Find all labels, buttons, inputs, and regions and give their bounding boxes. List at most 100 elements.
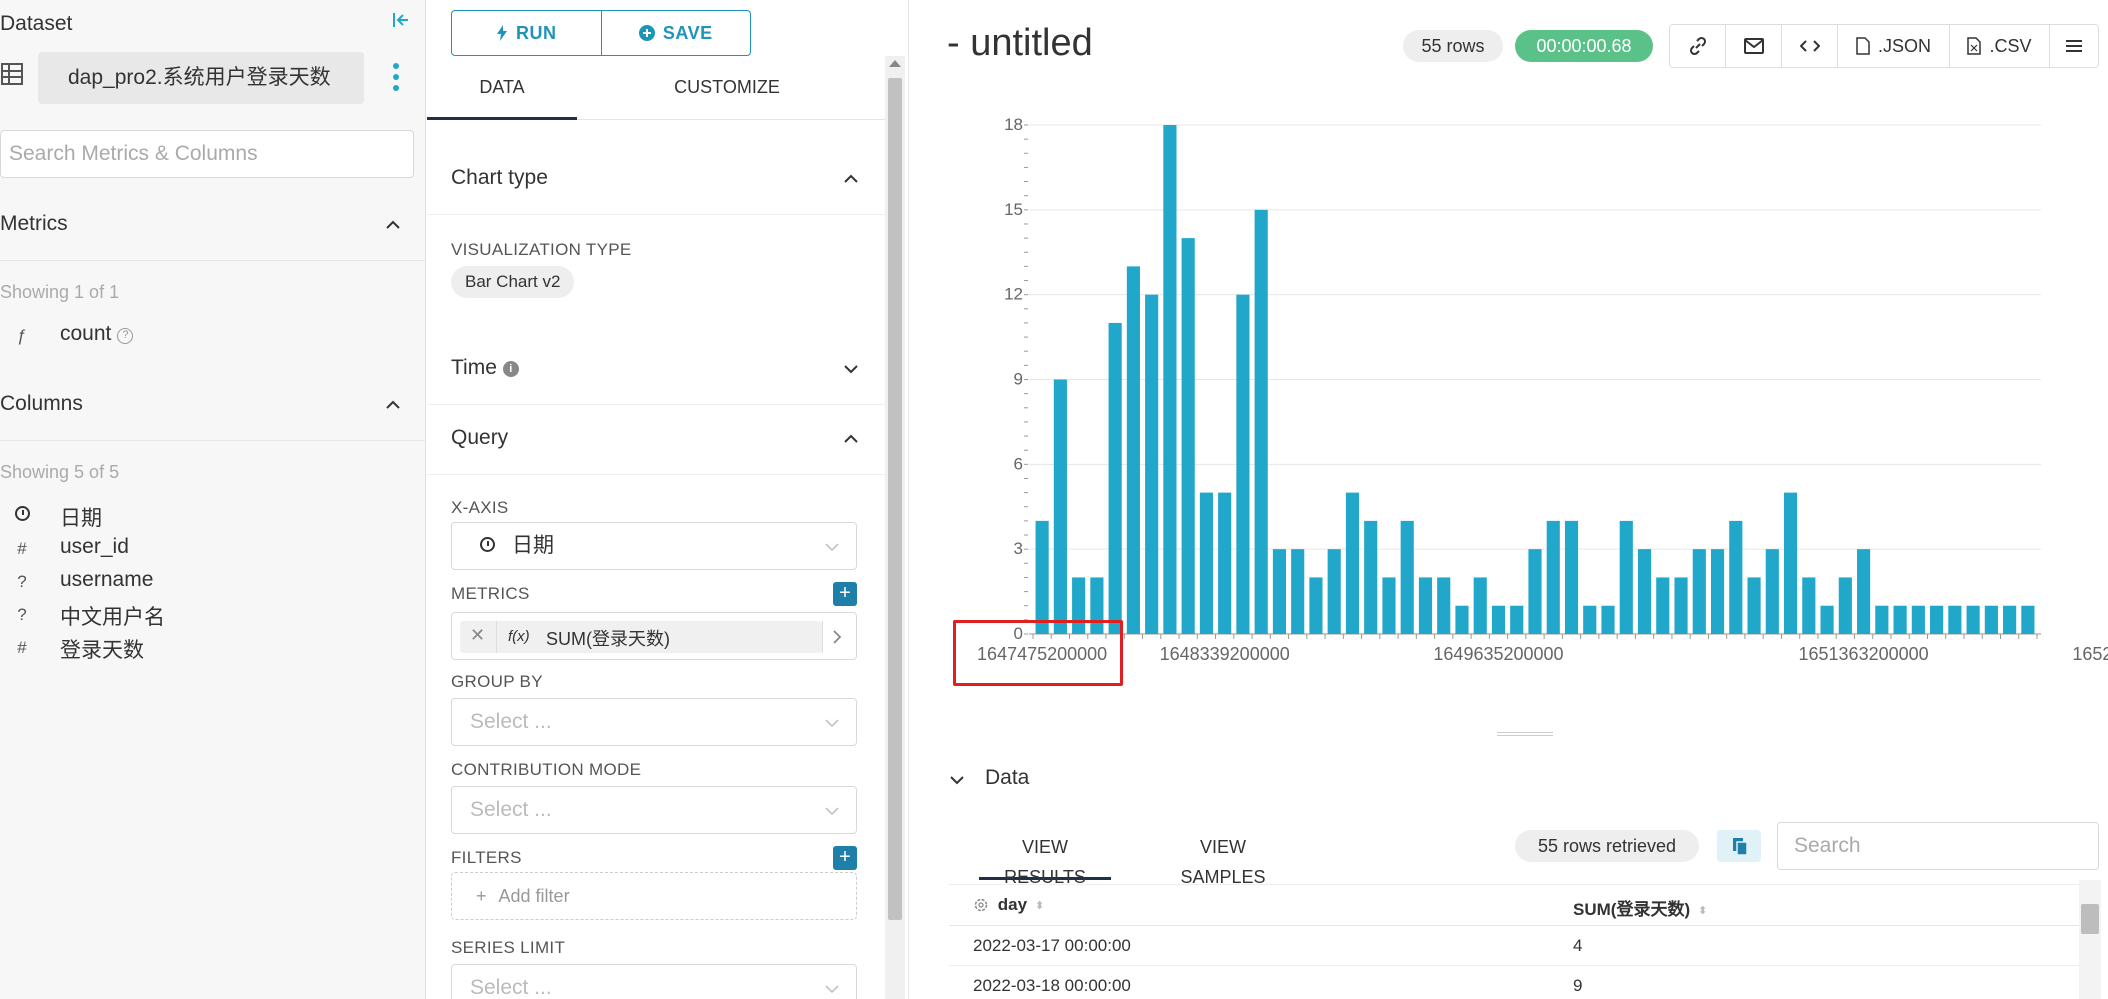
bar-chart[interactable]: 03691215181647475200000 1648339200000 1649… bbox=[909, 100, 2108, 700]
bar[interactable] bbox=[1218, 492, 1232, 634]
results-search-input[interactable]: Search bbox=[1777, 822, 2099, 870]
bar[interactable] bbox=[1272, 549, 1287, 634]
tab-view-samples[interactable]: VIEW SAMPLES bbox=[1155, 832, 1291, 887]
bar[interactable] bbox=[1437, 577, 1451, 634]
tab-view-results[interactable]: VIEW RESULTS bbox=[979, 832, 1111, 887]
bar[interactable] bbox=[1254, 209, 1268, 634]
bar[interactable] bbox=[1345, 492, 1360, 634]
bar[interactable] bbox=[1053, 379, 1067, 635]
chevron-up-icon[interactable] bbox=[384, 396, 402, 414]
bar[interactable] bbox=[1893, 605, 1907, 634]
bar[interactable] bbox=[1418, 577, 1433, 634]
bar[interactable] bbox=[1802, 577, 1816, 634]
gear-icon[interactable] bbox=[973, 897, 989, 913]
bar[interactable] bbox=[1747, 577, 1761, 634]
collapse-panel-icon[interactable] bbox=[388, 10, 414, 36]
bar[interactable] bbox=[1637, 549, 1652, 634]
bar[interactable] bbox=[1400, 520, 1414, 634]
chevron-up-icon[interactable] bbox=[842, 430, 860, 448]
group-by-select[interactable]: Select ... bbox=[451, 698, 857, 746]
column-item[interactable]: # 登录天数 bbox=[0, 634, 420, 664]
column-item[interactable]: # user_id bbox=[0, 535, 420, 565]
bar[interactable] bbox=[1181, 238, 1195, 634]
bar[interactable] bbox=[1966, 605, 1980, 634]
bar[interactable] bbox=[1236, 294, 1250, 634]
column-item[interactable]: ? username bbox=[0, 568, 420, 598]
code-icon[interactable] bbox=[1782, 25, 1838, 67]
bar[interactable] bbox=[1911, 605, 1925, 634]
column-header-day[interactable]: day ⬍ bbox=[973, 895, 1044, 915]
contribution-mode-select[interactable]: Select ... bbox=[451, 786, 857, 834]
column-item[interactable]: ? 中文用户名 bbox=[0, 601, 420, 631]
bar[interactable] bbox=[1765, 549, 1779, 634]
menu-icon[interactable] bbox=[2050, 25, 2098, 67]
bar[interactable] bbox=[1729, 520, 1743, 634]
bar[interactable] bbox=[2003, 605, 2017, 634]
column-header-sum[interactable]: SUM(登录天数) ⬍ bbox=[1573, 895, 1707, 920]
sort-icon[interactable]: ⬍ bbox=[1035, 899, 1044, 912]
bar[interactable] bbox=[1619, 520, 1633, 634]
bar[interactable] bbox=[1710, 549, 1725, 634]
bar[interactable] bbox=[1857, 549, 1871, 634]
copy-to-clipboard-button[interactable] bbox=[1717, 830, 1761, 862]
chevron-down-icon[interactable] bbox=[842, 360, 860, 378]
bar[interactable] bbox=[2021, 605, 2035, 634]
columns-section-title[interactable]: Columns bbox=[0, 392, 83, 416]
bar[interactable] bbox=[1820, 605, 1834, 634]
bar[interactable] bbox=[1510, 605, 1524, 634]
bar[interactable] bbox=[1583, 605, 1597, 634]
table-scrollbar[interactable] bbox=[2079, 880, 2101, 999]
viz-type-selector[interactable]: Bar Chart v2 bbox=[451, 266, 575, 298]
chart-type-section-title[interactable]: Chart type bbox=[451, 166, 548, 190]
chevron-right-icon[interactable] bbox=[822, 621, 850, 653]
bar[interactable] bbox=[1108, 322, 1122, 634]
bar[interactable] bbox=[1327, 549, 1341, 634]
sort-icon[interactable]: ⬍ bbox=[1698, 904, 1707, 917]
scroll-up-arrow[interactable] bbox=[889, 60, 901, 67]
bar[interactable] bbox=[1145, 294, 1159, 634]
bar[interactable] bbox=[1692, 549, 1706, 634]
query-section-title[interactable]: Query bbox=[451, 426, 508, 450]
bar[interactable] bbox=[1783, 492, 1798, 634]
remove-icon[interactable]: ✕ bbox=[470, 625, 485, 646]
series-limit-select[interactable]: Select ... bbox=[451, 964, 857, 999]
bar[interactable] bbox=[1455, 605, 1469, 634]
bar[interactable] bbox=[1291, 549, 1305, 634]
column-item[interactable]: 日期 bbox=[0, 502, 420, 532]
export-json-button[interactable]: .JSON bbox=[1838, 25, 1950, 67]
bar[interactable] bbox=[1163, 125, 1177, 634]
x-axis-select[interactable]: 日期 bbox=[451, 522, 857, 570]
chevron-down-icon[interactable] bbox=[949, 772, 965, 788]
bar[interactable] bbox=[1984, 605, 1998, 634]
bar[interactable] bbox=[1491, 605, 1506, 634]
add-metric-button[interactable]: + bbox=[833, 582, 857, 606]
email-icon[interactable] bbox=[1726, 25, 1782, 67]
metric-tag[interactable]: ✕ f(x) SUM(登录天数) bbox=[460, 621, 822, 653]
bar[interactable] bbox=[1473, 577, 1487, 634]
bar[interactable] bbox=[1601, 605, 1615, 634]
time-section-title[interactable]: Time i bbox=[451, 356, 519, 380]
scrollbar-thumb[interactable] bbox=[888, 78, 902, 920]
bar[interactable] bbox=[1656, 577, 1670, 634]
data-section-title[interactable]: Data bbox=[985, 766, 1029, 790]
bar[interactable] bbox=[1382, 577, 1396, 634]
bar[interactable] bbox=[1309, 577, 1323, 634]
metric-item-count[interactable]: ƒ count? bbox=[0, 322, 420, 352]
bar[interactable] bbox=[1674, 577, 1688, 634]
chevron-up-icon[interactable] bbox=[384, 216, 402, 234]
bar[interactable] bbox=[1875, 605, 1889, 634]
add-filter-plus-button[interactable]: + bbox=[833, 846, 857, 870]
bar[interactable] bbox=[1948, 605, 1962, 634]
bar[interactable] bbox=[1528, 549, 1542, 634]
tab-data[interactable]: DATA bbox=[427, 72, 577, 120]
metrics-section-title[interactable]: Metrics bbox=[0, 212, 68, 236]
tab-customize[interactable]: CUSTOMIZE bbox=[577, 72, 877, 120]
resize-handle[interactable] bbox=[1497, 732, 1553, 736]
info-icon[interactable]: i bbox=[502, 361, 519, 377]
bar[interactable] bbox=[1546, 520, 1560, 634]
help-icon[interactable]: ? bbox=[117, 328, 134, 344]
chevron-up-icon[interactable] bbox=[842, 170, 860, 188]
bar[interactable] bbox=[1126, 266, 1140, 634]
bar[interactable] bbox=[1035, 520, 1049, 634]
dataset-selector[interactable]: dap_pro2.系统用户登录天数 bbox=[38, 52, 364, 104]
